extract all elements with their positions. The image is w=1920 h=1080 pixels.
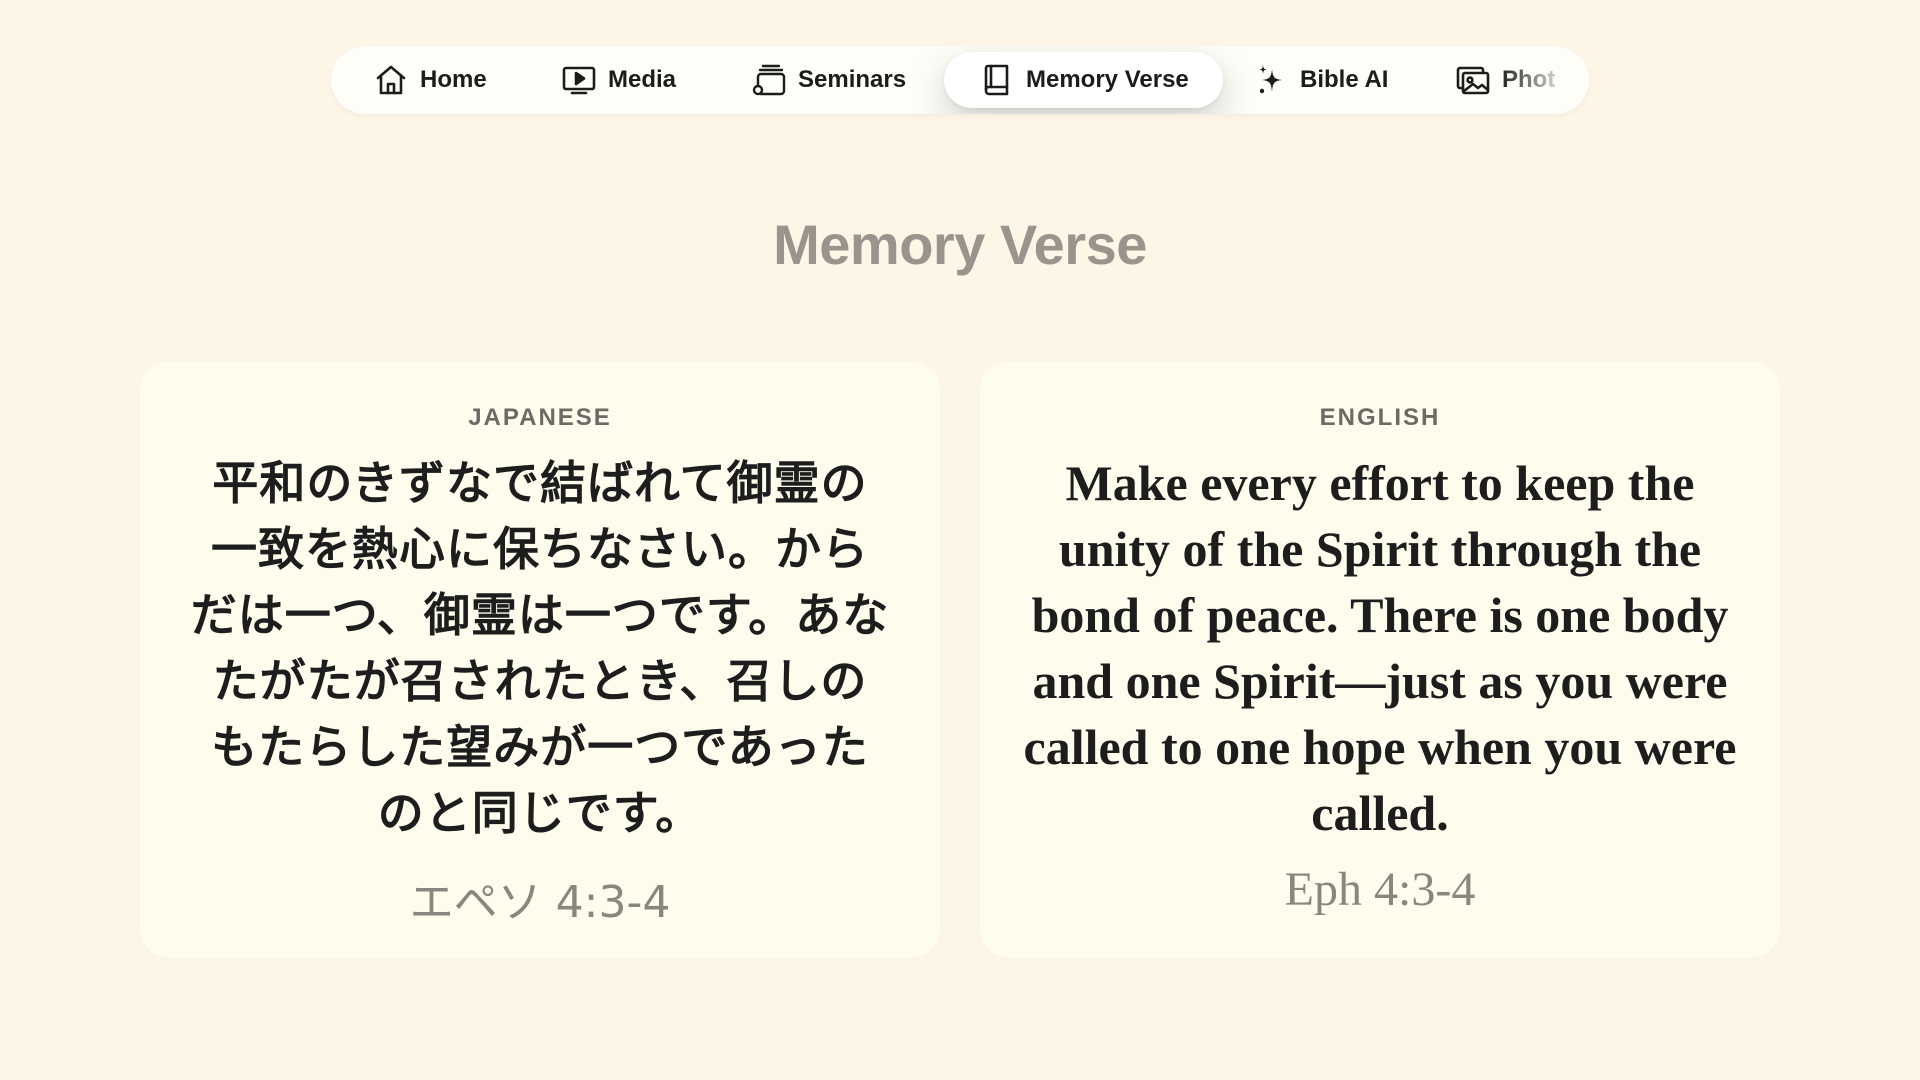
nav-item-memory-verse[interactable]: Memory Verse [944,52,1223,108]
sparkle-icon [1252,61,1290,99]
play-screen-icon [560,61,598,99]
nav-item-photos-label: Phot [1502,66,1556,93]
nav-item-memory-verse-label: Memory Verse [1026,66,1189,93]
seminar-stack-icon [750,61,788,99]
nav-item-media-label: Media [608,66,677,93]
memory-verse-page: Home Media Seminars Memory Verse Bible A… [0,0,1920,1080]
nav-item-home-label: Home [420,66,487,93]
verse-reference: Eph 4:3-4 [1284,863,1476,916]
top-nav: Home Media Seminars Memory Verse Bible A… [331,46,1589,114]
nav-item-home[interactable]: Home [372,52,487,108]
card-language-label: JAPANESE [468,404,612,431]
photos-icon [1454,61,1492,99]
page-title: Memory Verse [773,213,1147,276]
verse-card-japanese: JAPANESE 平和のきずなで結ばれて御霊の一致を熱心に保ちなさい。からだは一… [140,362,940,958]
verse-text: Make every effort to keep the unity of t… [1023,455,1737,841]
nav-item-bible-ai[interactable]: Bible AI [1252,52,1388,108]
nav-item-seminars-label: Seminars [798,66,907,93]
verse-reference: エペソ 4:3-4 [409,877,671,928]
nav-item-media[interactable]: Media [560,52,676,108]
card-language-label: ENGLISH [1319,404,1441,431]
nav-item-seminars[interactable]: Seminars [750,52,906,108]
verse-text: 平和のきずなで結ばれて御霊の一致を熱心に保ちなさい。からだは一つ、御霊は一つです… [190,456,890,840]
book-icon [978,61,1016,99]
verse-card-english: ENGLISH Make every effort to keep the un… [980,362,1780,958]
nav-item-photos[interactable]: Phot [1454,52,1555,108]
home-icon [372,61,410,99]
nav-item-bible-ai-label: Bible AI [1300,66,1389,93]
